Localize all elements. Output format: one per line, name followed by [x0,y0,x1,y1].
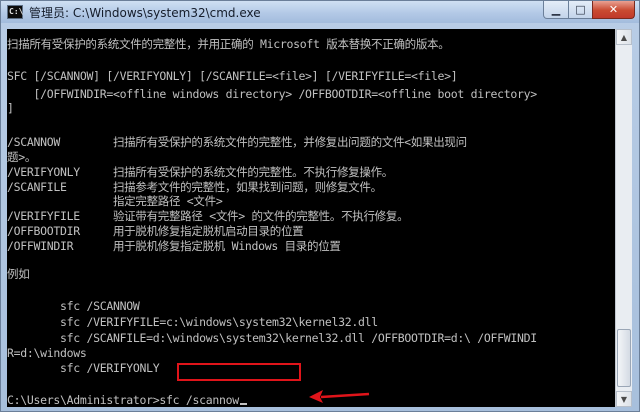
command-highlight-box [177,363,301,381]
maximize-button[interactable]: □ [568,1,593,19]
text-cursor [239,403,247,405]
console-line: R=d:\windows [7,346,87,360]
console-line: 题>。 [7,150,37,164]
console-line: /SCANFILE 扫描参考文件的完整性，如果找到问题，则修复文件。 [7,180,382,194]
console-line: sfc /SCANNOW [7,299,140,313]
console-line: ] [7,101,14,115]
typed-command[interactable]: sfc /scannow [159,393,239,407]
console-line: [/OFFWINDIR=<offline windows directory> … [7,87,537,101]
console-line: /VERIFYFILE 验证带有完整路径 <文件> 的文件的完整性。不执行修复。 [7,209,409,223]
console-line: 指定完整路径 <文件> [7,194,223,208]
cmd-app-icon[interactable]: C:\ [7,5,23,19]
console-line: sfc /VERIFYFILE=c:\windows\system32\kern… [7,315,378,329]
console-line: /SCANNOW 扫描所有受保护的系统文件的完整性，并修复出问题的文件<如果出现… [7,135,467,149]
command-prompt: C:\Users\Administrator> [7,393,160,407]
window-title: 管理员: C:\Windows\system32\cmd.exe [29,6,261,20]
close-button[interactable]: ✕ [592,1,635,19]
console-line: SFC [/SCANNOW] [/VERIFYONLY] [/SCANFILE=… [7,69,458,83]
console-output[interactable]: 扫描所有受保护的系统文件的完整性，并用正确的 Microsoft 版本替换不正确… [7,29,615,407]
console-line: sfc /VERIFYONLY [7,361,160,375]
console-line: 例如 [7,267,30,281]
console-line: 扫描所有受保护的系统文件的完整性，并用正确的 Microsoft 版本替换不正确… [7,37,450,51]
console-line: /OFFBOOTDIR 用于脱机修复指定脱机启动目录的位置 [7,224,304,238]
console-line: /VERIFYONLY 扫描所有受保护的系统文件的完整性。不执行修复操作。 [7,165,393,179]
title-bar[interactable]: C:\ 管理员: C:\Windows\system32\cmd.exe ▁ □… [1,1,639,23]
command-line[interactable]: C:\Users\Administrator>sfc /scannow [7,393,247,407]
minimize-button[interactable]: ▁ [543,1,569,19]
scroll-up-arrow-icon[interactable]: ▲ [616,29,632,45]
vertical-scrollbar[interactable]: ▲ ▼ [615,29,632,407]
scrollbar-thumb[interactable] [617,329,631,387]
scroll-down-arrow-icon[interactable]: ▼ [616,391,632,407]
console-line: sfc /SCANFILE=d:\windows\system32\kernel… [7,331,537,345]
cmd-window: C:\ 管理员: C:\Windows\system32\cmd.exe ▁ □… [0,0,640,412]
red-arrow-icon [309,390,370,403]
console-line: /OFFWINDIR 用于脱机修复指定脱机 Windows 目录的位置 [7,239,341,253]
